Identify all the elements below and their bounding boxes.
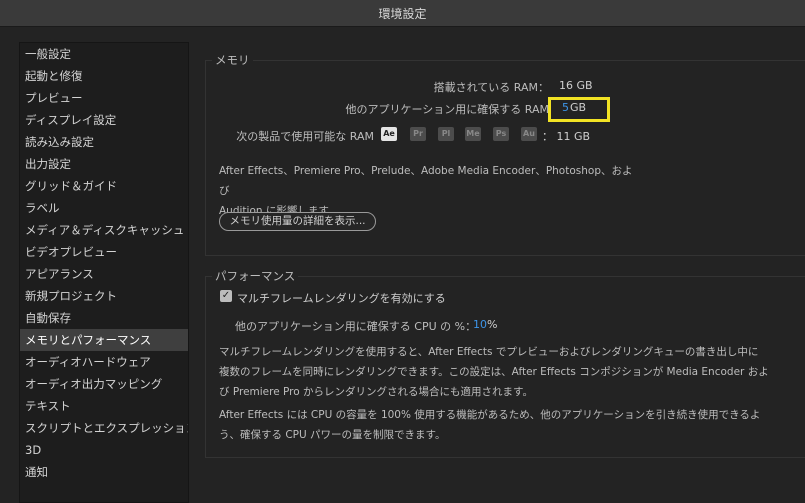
photoshop-icon: Ps — [493, 127, 509, 141]
highlight-box — [548, 97, 610, 122]
sidebar-item[interactable]: ディスプレイ設定 — [20, 109, 188, 131]
cpu-reserve-unit: % — [487, 318, 498, 331]
premiere-pro-icon: Pr — [410, 127, 426, 141]
sidebar-item[interactable]: グリッド＆ガイド — [20, 175, 188, 197]
available-ram-value: ： 11 GB — [542, 130, 591, 143]
sidebar-item[interactable]: アピアランス — [20, 263, 188, 285]
sidebar-item[interactable]: 読み込み設定 — [20, 131, 188, 153]
sidebar-item[interactable]: オーディオ出力マッピング — [20, 373, 188, 395]
mfr-checkbox-label[interactable]: マルチフレームレンダリングを有効にする — [237, 290, 446, 306]
mfr-description-line: 複数のフレームを同時にレンダリングできます。この設定は、After Effect… — [219, 366, 769, 378]
cpu-reserve-value[interactable]: 10 — [473, 318, 487, 331]
sidebar-item[interactable]: テキスト — [20, 395, 188, 417]
cpu-reserve-label: 他のアプリケーション用に確保する CPU の %： — [235, 320, 477, 333]
mfr-description-line: び Premiere Pro からレンダリングされる場合にも適用されます。 — [219, 386, 533, 398]
sidebar-item[interactable]: 一般設定 — [20, 43, 188, 65]
title-bar: 環境設定 — [0, 0, 805, 27]
sidebar-item[interactable]: ラベル — [20, 197, 188, 219]
mfr-description-line: マルチフレームレンダリングを使用すると、After Effects でプレビュー… — [219, 346, 759, 358]
installed-ram-value: 16 GB — [559, 79, 593, 92]
sidebar-item[interactable]: プレビュー — [20, 87, 188, 109]
available-ram-label: 次の製品で使用可能な RAM — [236, 130, 374, 143]
sidebar-item[interactable]: スクリプトとエクスプレッション — [20, 417, 188, 439]
sidebar-item[interactable]: 新規プロジェクト — [20, 285, 188, 307]
sidebar-item[interactable]: オーディオハードウェア — [20, 351, 188, 373]
sidebar-item[interactable]: 通知 — [20, 461, 188, 483]
after-effects-icon: Ae — [381, 127, 397, 141]
memory-section-title: メモリ — [212, 52, 253, 68]
installed-ram-label: 搭載されている RAM： — [433, 81, 549, 94]
sidebar-list: 一般設定 起動と修復 プレビュー ディスプレイ設定 読み込み設定 出力設定 グリッド＆ガイド… — [20, 43, 188, 483]
prelude-icon: Pl — [438, 127, 454, 141]
window-title: 環境設定 — [378, 7, 427, 21]
preferences-sidebar: 一般設定 起動と修復 プレビュー ディスプレイ設定 読み込み設定 出力設定 グリッド＆ガイド… — [19, 42, 189, 503]
mfr-description: マルチフレームレンダリングを使用すると、After Effects でプレビュー… — [219, 342, 799, 402]
memory-details-button[interactable]: メモリ使用量の詳細を表示... — [219, 212, 376, 231]
sidebar-item[interactable]: 3D — [20, 439, 188, 461]
audition-icon: Au — [521, 127, 537, 141]
mfr-checkbox[interactable]: ✓ — [220, 290, 232, 302]
sidebar-item[interactable]: 自動保存 — [20, 307, 188, 329]
sidebar-item[interactable]: 出力設定 — [20, 153, 188, 175]
performance-section-title: パフォーマンス — [212, 268, 299, 284]
sidebar-item[interactable]: ビデオプレビュー — [20, 241, 188, 263]
cpu-description: After Effects には CPU の容量を 100% 使用する機能がある… — [219, 405, 799, 445]
reserved-ram-label: 他のアプリケーション用に確保する RAM — [345, 103, 550, 116]
cpu-description-line: After Effects には CPU の容量を 100% 使用する機能がある… — [219, 409, 761, 421]
sidebar-item[interactable]: 起動と修復 — [20, 65, 188, 87]
media-encoder-icon: Me — [465, 127, 481, 141]
sidebar-item[interactable]: メディア＆ディスクキャッシュ — [20, 219, 188, 241]
cpu-description-line: う、確保する CPU パワーの量を制限できます。 — [219, 429, 446, 441]
shared-note-line: After Effects、Premiere Pro、Prelude、Adobe… — [219, 165, 633, 197]
sidebar-item[interactable]: メモリとパフォーマンス — [20, 329, 188, 351]
